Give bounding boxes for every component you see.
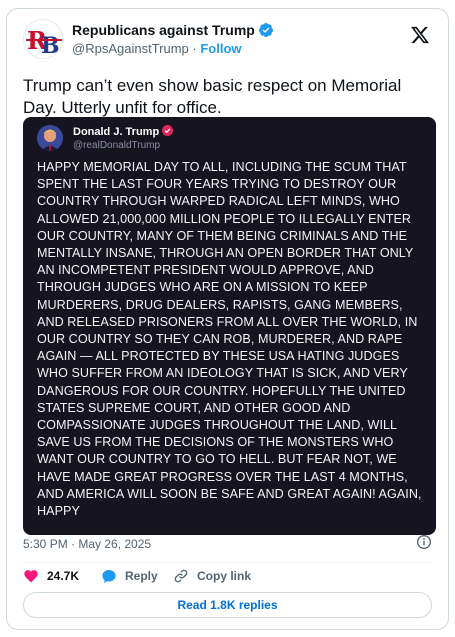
x-logo-icon[interactable]	[410, 25, 430, 45]
reply-bubble-icon	[102, 570, 116, 583]
avatar-letter-b: B	[41, 33, 60, 59]
divider	[23, 562, 432, 563]
author-name-text[interactable]: Republicans against Trump	[72, 22, 255, 38]
embed-author-name: Donald J. Trump	[73, 125, 174, 138]
handle-separator: ·	[192, 41, 197, 56]
author-handle[interactable]: @RpsAgainstTrump	[72, 41, 189, 56]
embed-verified-badge-icon	[162, 125, 174, 136]
embedded-tweet-card: R B Republicans against Trump @RpsAgains…	[6, 8, 449, 630]
copy-link-label: Copy link	[197, 569, 252, 583]
heart-icon	[24, 570, 38, 583]
link-icon	[174, 569, 188, 583]
action-bar: 24.7K Reply Copy link	[23, 568, 432, 588]
embed-post-text: HAPPY MEMORIAL DAY TO ALL, INCLUDING THE…	[37, 160, 422, 519]
embed-author-avatar	[37, 125, 63, 151]
tweet-timestamp[interactable]: 5:30 PM · May 26, 2025	[23, 537, 151, 551]
embedded-screenshot[interactable]: Donald J. Trump @realDonaldTrump HAPPY M…	[23, 117, 436, 535]
read-replies-button[interactable]: Read 1.8K replies	[23, 592, 432, 618]
copy-link-button[interactable]: Copy link	[173, 568, 251, 584]
tweet-text: Trump can’t even show basic respect on M…	[23, 76, 402, 117]
trump-portrait-icon	[37, 125, 63, 151]
embed-author-handle: @realDonaldTrump	[73, 140, 161, 151]
avatar-logo-icon: R B	[24, 20, 62, 59]
like-count: 24.7K	[47, 569, 80, 583]
reply-label: Reply	[125, 569, 158, 583]
author-handle-row: @RpsAgainstTrump · Follow	[72, 41, 242, 56]
author-avatar[interactable]: R B	[23, 19, 63, 59]
tweet-header: R B Republicans against Trump @RpsAgains…	[23, 19, 432, 59]
info-icon[interactable]	[416, 534, 432, 550]
embed-author-name-text: Donald J. Trump	[73, 126, 160, 138]
follow-button[interactable]: Follow	[200, 41, 241, 56]
like-button[interactable]: 24.7K	[23, 568, 79, 584]
author-name[interactable]: Republicans against Trump	[72, 22, 274, 38]
verified-check-icon	[258, 23, 273, 37]
reply-button[interactable]: Reply	[101, 568, 158, 584]
